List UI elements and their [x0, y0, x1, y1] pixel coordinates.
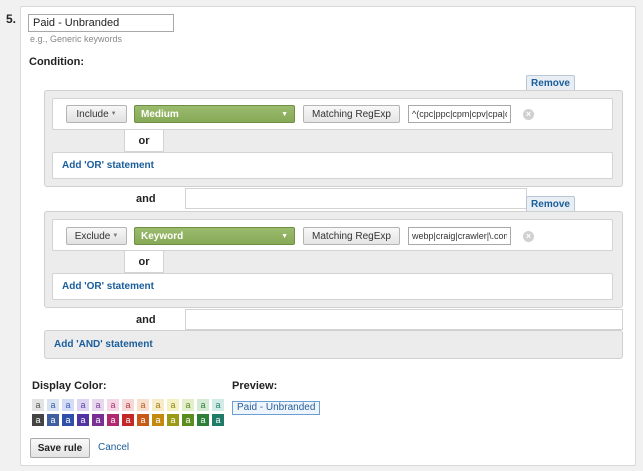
color-swatch-light[interactable]: a: [152, 399, 164, 411]
or-gap-left-1: [52, 130, 124, 152]
preview-label: Preview:: [232, 380, 278, 392]
color-swatch-light[interactable]: a: [212, 399, 224, 411]
clear-value-icon[interactable]: ×: [523, 109, 534, 120]
color-swatch-dark[interactable]: a: [182, 414, 194, 426]
and-connector-1: [185, 188, 527, 209]
color-swatch-dark[interactable]: a: [122, 414, 134, 426]
add-and-statement-link[interactable]: Add 'AND' statement: [54, 339, 153, 350]
rule-name-input[interactable]: [28, 14, 174, 32]
color-swatch-dark[interactable]: a: [62, 414, 74, 426]
or-label-1: or: [124, 130, 164, 152]
color-swatch-light[interactable]: a: [107, 399, 119, 411]
color-swatch-light[interactable]: a: [77, 399, 89, 411]
include-exclude-select-2[interactable]: Exclude ▼: [66, 227, 127, 245]
dimension-select-1[interactable]: Medium ▼: [134, 105, 295, 123]
caret-down-icon: ▼: [110, 111, 117, 117]
color-swatch-light[interactable]: a: [122, 399, 134, 411]
color-palette: aaaaaaaaaaaaaaaaaaaaaaaaaa: [32, 399, 228, 429]
condition-title: Condition:: [29, 56, 84, 68]
color-swatch-dark[interactable]: a: [32, 414, 44, 426]
color-swatch-dark[interactable]: a: [77, 414, 89, 426]
add-or-statement-link-1[interactable]: Add 'OR' statement: [62, 160, 154, 171]
color-swatch-dark[interactable]: a: [167, 414, 179, 426]
and-label-1: and: [136, 193, 156, 205]
condition-value-input-1[interactable]: [408, 105, 511, 123]
match-type-select-2[interactable]: Matching RegExp: [303, 227, 400, 245]
step-number: 5.: [6, 12, 17, 26]
remove-group-1-button[interactable]: Remove: [526, 75, 575, 91]
color-swatch-light[interactable]: a: [137, 399, 149, 411]
preview-chip: Paid - Unbranded: [232, 401, 321, 415]
or-label-2: or: [124, 251, 164, 273]
save-rule-button[interactable]: Save rule: [30, 438, 90, 458]
color-swatch-light[interactable]: a: [197, 399, 209, 411]
condition-value-input-2[interactable]: [408, 227, 511, 245]
color-swatch-light[interactable]: a: [182, 399, 194, 411]
clear-value-icon[interactable]: ×: [523, 231, 534, 242]
color-swatch-dark[interactable]: a: [152, 414, 164, 426]
caret-down-icon: ▼: [112, 233, 119, 239]
color-swatch-dark[interactable]: a: [212, 414, 224, 426]
dropdown-arrow-icon: ▼: [281, 232, 288, 240]
color-swatch-dark[interactable]: a: [92, 414, 104, 426]
cancel-link[interactable]: Cancel: [98, 442, 129, 453]
dropdown-arrow-icon: ▼: [281, 110, 288, 118]
rule-name-hint: e.g., Generic keywords: [30, 34, 123, 44]
dimension-select-2[interactable]: Keyword ▼: [134, 227, 295, 245]
color-swatch-dark[interactable]: a: [107, 414, 119, 426]
and-label-2: and: [136, 314, 156, 326]
remove-group-2-button[interactable]: Remove: [526, 196, 575, 212]
match-type-select-1[interactable]: Matching RegExp: [303, 105, 400, 123]
color-swatch-light[interactable]: a: [92, 399, 104, 411]
add-or-statement-link-2[interactable]: Add 'OR' statement: [62, 281, 154, 292]
color-swatch-dark[interactable]: a: [47, 414, 59, 426]
color-swatch-light[interactable]: a: [167, 399, 179, 411]
color-swatch-dark[interactable]: a: [137, 414, 149, 426]
display-color-label: Display Color:: [32, 380, 107, 392]
color-swatch-dark[interactable]: a: [197, 414, 209, 426]
color-swatch-light[interactable]: a: [62, 399, 74, 411]
include-exclude-select-1[interactable]: Include ▼: [66, 105, 127, 123]
and-connector-2: [185, 309, 623, 330]
color-swatch-light[interactable]: a: [32, 399, 44, 411]
color-swatch-light[interactable]: a: [47, 399, 59, 411]
